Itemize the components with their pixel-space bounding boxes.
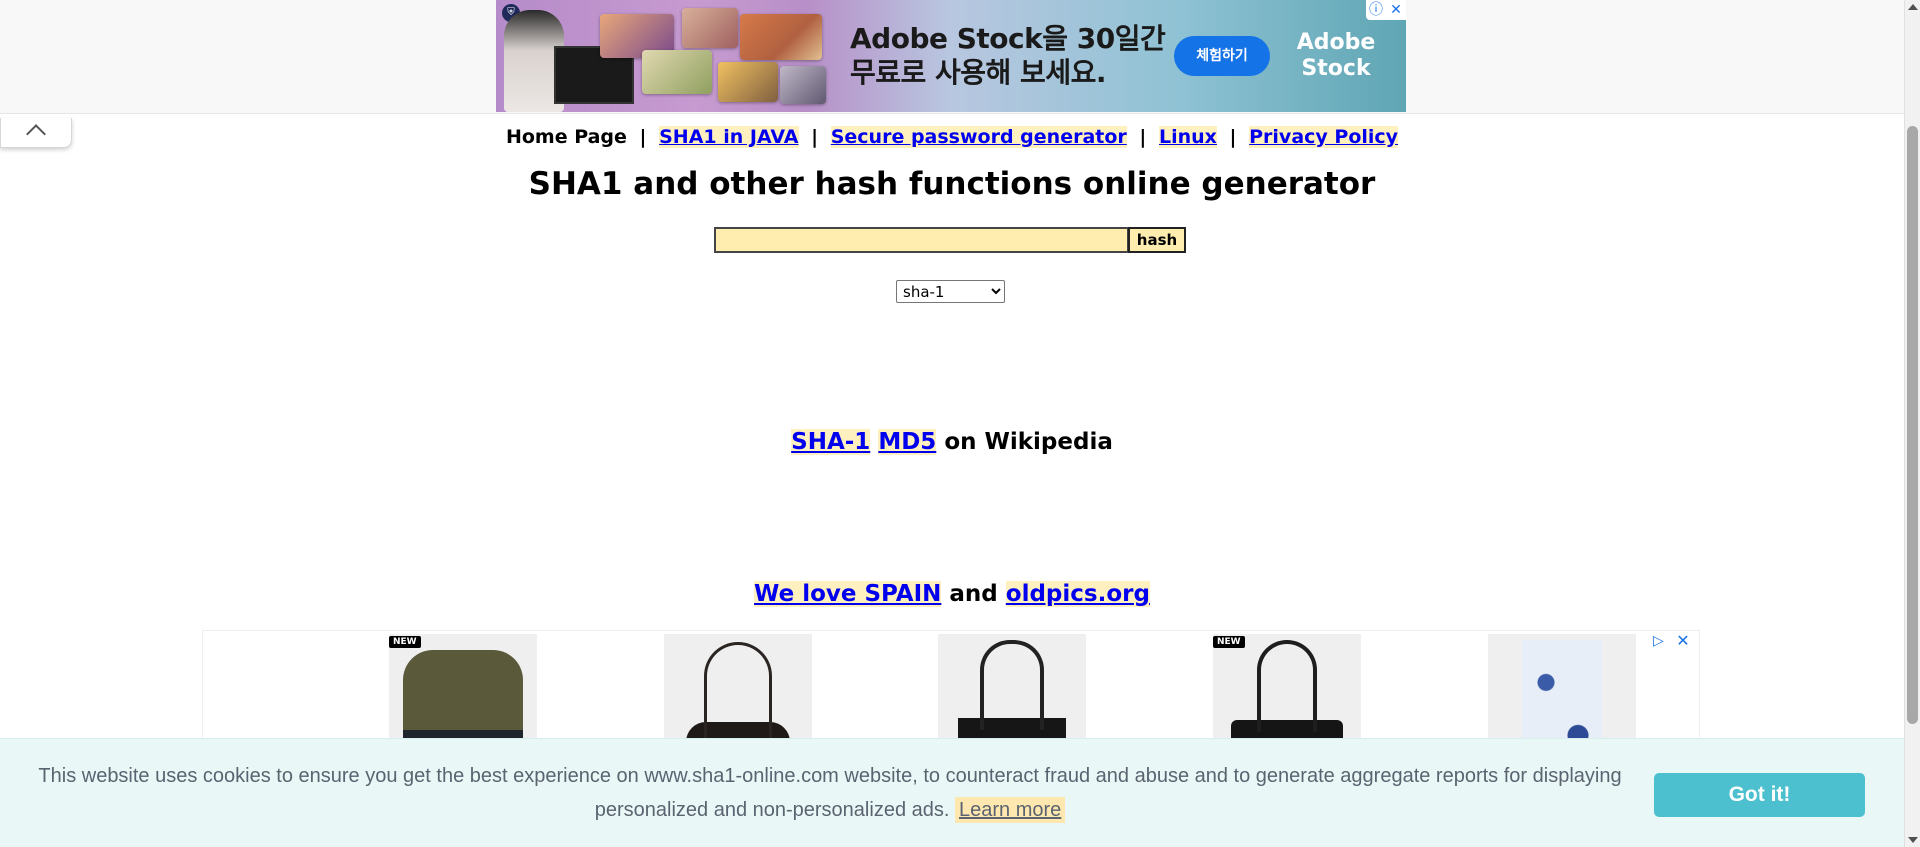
scroll-down-arrow-icon[interactable] [1908, 837, 1918, 843]
and-text: and [949, 581, 998, 607]
nav-separator: | [639, 126, 647, 148]
top-ad-bar: ⛨ Adobe Stock을 30일간 무료로 사용해 보세요. 체험하기 Ad… [0, 0, 1904, 114]
adobe-stock-logo: Adobe Stock [1296, 30, 1376, 82]
ad-brand-line2: Stock [1301, 56, 1371, 81]
ad-choices-icon[interactable]: ▷ [1653, 633, 1669, 649]
md5-wikipedia-link[interactable]: MD5 [878, 429, 937, 455]
wikipedia-suffix: on Wikipedia [944, 429, 1113, 455]
page-viewport: ⛨ Adobe Stock을 30일간 무료로 사용해 보세요. 체험하기 Ad… [0, 0, 1904, 847]
nav-home-page: Home Page [505, 126, 627, 148]
algorithm-select[interactable]: sha-1 [896, 280, 1005, 303]
page-scrollbar[interactable] [1904, 0, 1920, 847]
bag-handle [980, 640, 1044, 730]
ad-close-icon[interactable]: ✕ [1386, 0, 1406, 20]
page-title: SHA1 and other hash functions online gen… [528, 166, 1376, 202]
oldpics-link[interactable]: oldpics.org [1005, 581, 1150, 607]
nav-separator: | [1139, 126, 1147, 148]
hash-input[interactable] [714, 227, 1129, 253]
adobe-stock-ad[interactable]: ⛨ Adobe Stock을 30일간 무료로 사용해 보세요. 체험하기 Ad… [496, 0, 1406, 112]
scroll-up-arrow-icon[interactable] [1908, 4, 1918, 10]
partner-links: We love SPAIN and oldpics.org [0, 577, 1904, 611]
ad-headline: Adobe Stock을 30일간 무료로 사용해 보세요. [850, 22, 1170, 90]
ad-cta-button[interactable]: 체험하기 [1174, 36, 1270, 76]
nav-separator: | [811, 126, 819, 148]
ad-image-collage: ⛨ [496, 0, 826, 112]
cookie-message: This website uses cookies to ensure you … [30, 759, 1630, 827]
ad-tile-image [718, 62, 778, 102]
top-nav: Home Page | SHA1 in JAVA | Secure passwo… [0, 124, 1904, 150]
ad-tile-image [642, 50, 712, 94]
ad-tile-image [780, 66, 826, 104]
got-it-button[interactable]: Got it! [1654, 773, 1865, 817]
hash-form: hash [714, 227, 1186, 253]
ad-headline-line2: 무료로 사용해 보세요. [850, 56, 1106, 89]
hash-button[interactable]: hash [1128, 227, 1186, 253]
wikipedia-links: SHA-1 MD5 on Wikipedia [0, 425, 1904, 459]
nav-link-password-generator[interactable]: Secure password generator [830, 126, 1127, 148]
bag-handle [704, 642, 772, 742]
nav-separator: | [1229, 126, 1237, 148]
scroll-thumb[interactable] [1907, 126, 1918, 724]
ad-close-icon[interactable]: ✕ [1675, 633, 1691, 649]
new-badge: NEW [389, 636, 421, 648]
ad-tile-image [682, 8, 738, 48]
nav-link-privacy-policy[interactable]: Privacy Policy [1249, 126, 1399, 148]
nav-link-sha1-java[interactable]: SHA1 in JAVA [659, 126, 799, 148]
sha1-wikipedia-link[interactable]: SHA-1 [791, 429, 871, 455]
we-love-spain-link[interactable]: We love SPAIN [754, 581, 942, 607]
learn-more-link[interactable]: Learn more [954, 797, 1066, 823]
ad-headline-line1: Adobe Stock을 30일간 [850, 22, 1166, 55]
cookie-message-text: This website uses cookies to ensure you … [38, 765, 1622, 821]
cookie-consent-bar: This website uses cookies to ensure you … [0, 738, 1904, 847]
new-badge: NEW [1213, 636, 1245, 648]
ad-brand-line1: Adobe [1296, 30, 1376, 55]
ad-tile-image [740, 14, 822, 60]
bag-handle [1257, 640, 1317, 732]
nav-link-linux[interactable]: Linux [1158, 126, 1217, 148]
ad-info-icon[interactable]: ⓘ [1366, 0, 1386, 20]
